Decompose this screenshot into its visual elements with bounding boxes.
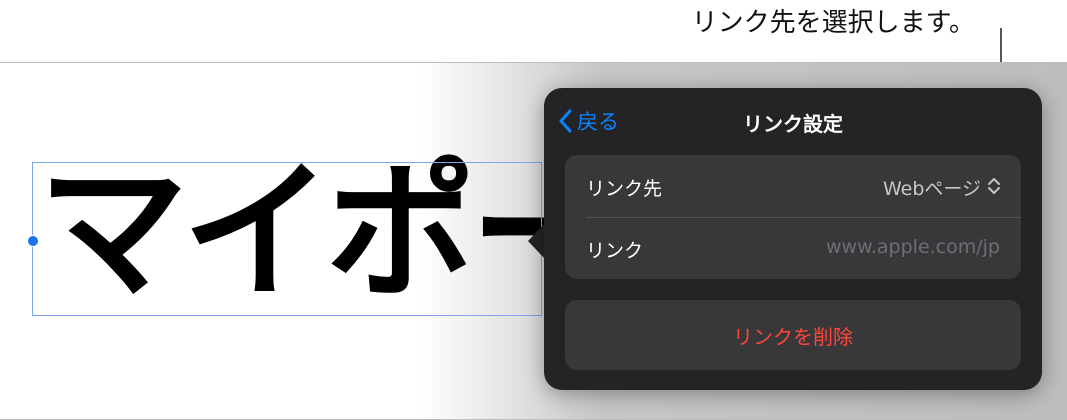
selection-handle[interactable] bbox=[27, 235, 39, 247]
link-destination-row[interactable]: リンク先 Webページ bbox=[565, 155, 1021, 217]
popover-arrow bbox=[528, 223, 545, 259]
text-box-selection[interactable] bbox=[32, 162, 542, 316]
link-url-field[interactable]: www.apple.com/jp bbox=[826, 236, 1000, 258]
link-destination-label: リンク先 bbox=[586, 178, 663, 200]
chevron-up-down-icon[interactable] bbox=[987, 177, 1001, 195]
link-url-label: リンク bbox=[586, 240, 644, 262]
link-settings-group: リンク先 Webページ リンク www.apple.com/jp bbox=[565, 155, 1021, 279]
link-settings-popover: 戻る リンク設定 リンク先 Webページ リンク www.apple.com/j… bbox=[544, 88, 1042, 390]
popover-title: リンク設定 bbox=[743, 112, 843, 136]
link-destination-value[interactable]: Webページ bbox=[883, 174, 981, 201]
callout-text: リンク先を選択します。 bbox=[691, 8, 975, 38]
link-url-row[interactable]: リンク www.apple.com/jp bbox=[565, 217, 1021, 279]
delete-link-button[interactable]: リンクを削除 bbox=[565, 300, 1021, 370]
